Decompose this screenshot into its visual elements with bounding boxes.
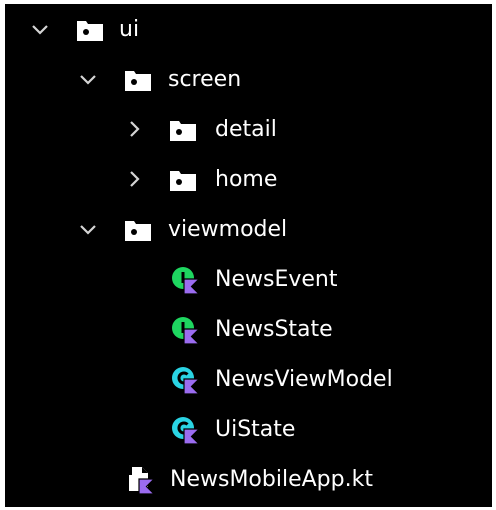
tree-item-label: screen <box>168 67 242 92</box>
tree-item-label: viewmodel <box>168 217 288 242</box>
folder-icon <box>77 21 103 41</box>
kotlin-file-icon <box>129 467 155 495</box>
kotlin-interface-icon <box>172 317 200 345</box>
tree-item-label: detail <box>215 117 277 142</box>
tree-item-label: UiState <box>215 417 296 442</box>
kotlin-interface-icon <box>172 267 200 295</box>
tree-item-label: NewsMobileApp.kt <box>170 467 373 492</box>
tree-item-ui[interactable]: ui <box>5 6 492 56</box>
chevron-down-icon[interactable] <box>77 68 99 90</box>
package-icon <box>170 121 196 141</box>
tree-item-detail[interactable]: detail <box>5 106 492 156</box>
chevron-right-icon[interactable] <box>123 168 145 190</box>
tree-item-news-mobile-app[interactable]: NewsMobileApp.kt <box>5 456 492 506</box>
kotlin-class-icon <box>172 367 200 395</box>
tree-item-label: NewsEvent <box>215 267 338 292</box>
tree-item-news-state[interactable]: NewsState <box>5 306 492 356</box>
tree-item-screen[interactable]: screen <box>5 56 492 106</box>
tree-item-news-view-model[interactable]: NewsViewModel <box>5 356 492 406</box>
chevron-down-icon[interactable] <box>29 18 51 40</box>
tree-item-ui-state[interactable]: UiState <box>5 406 492 456</box>
tree-item-label: NewsViewModel <box>215 367 393 392</box>
package-icon <box>170 171 196 191</box>
chevron-right-icon[interactable] <box>123 118 145 140</box>
tree-item-label: home <box>215 167 278 192</box>
tree-item-label: ui <box>119 17 140 42</box>
folder-icon <box>125 71 151 91</box>
chevron-down-icon[interactable] <box>77 218 99 240</box>
tree-item-label: NewsState <box>215 317 333 342</box>
tree-item-home[interactable]: home <box>5 156 492 206</box>
project-tree: ui screen detail home viewmodel NewsEven… <box>5 4 492 507</box>
tree-item-news-event[interactable]: NewsEvent <box>5 256 492 306</box>
tree-item-viewmodel[interactable]: viewmodel <box>5 206 492 256</box>
folder-icon <box>125 221 151 241</box>
kotlin-class-icon <box>172 417 200 445</box>
